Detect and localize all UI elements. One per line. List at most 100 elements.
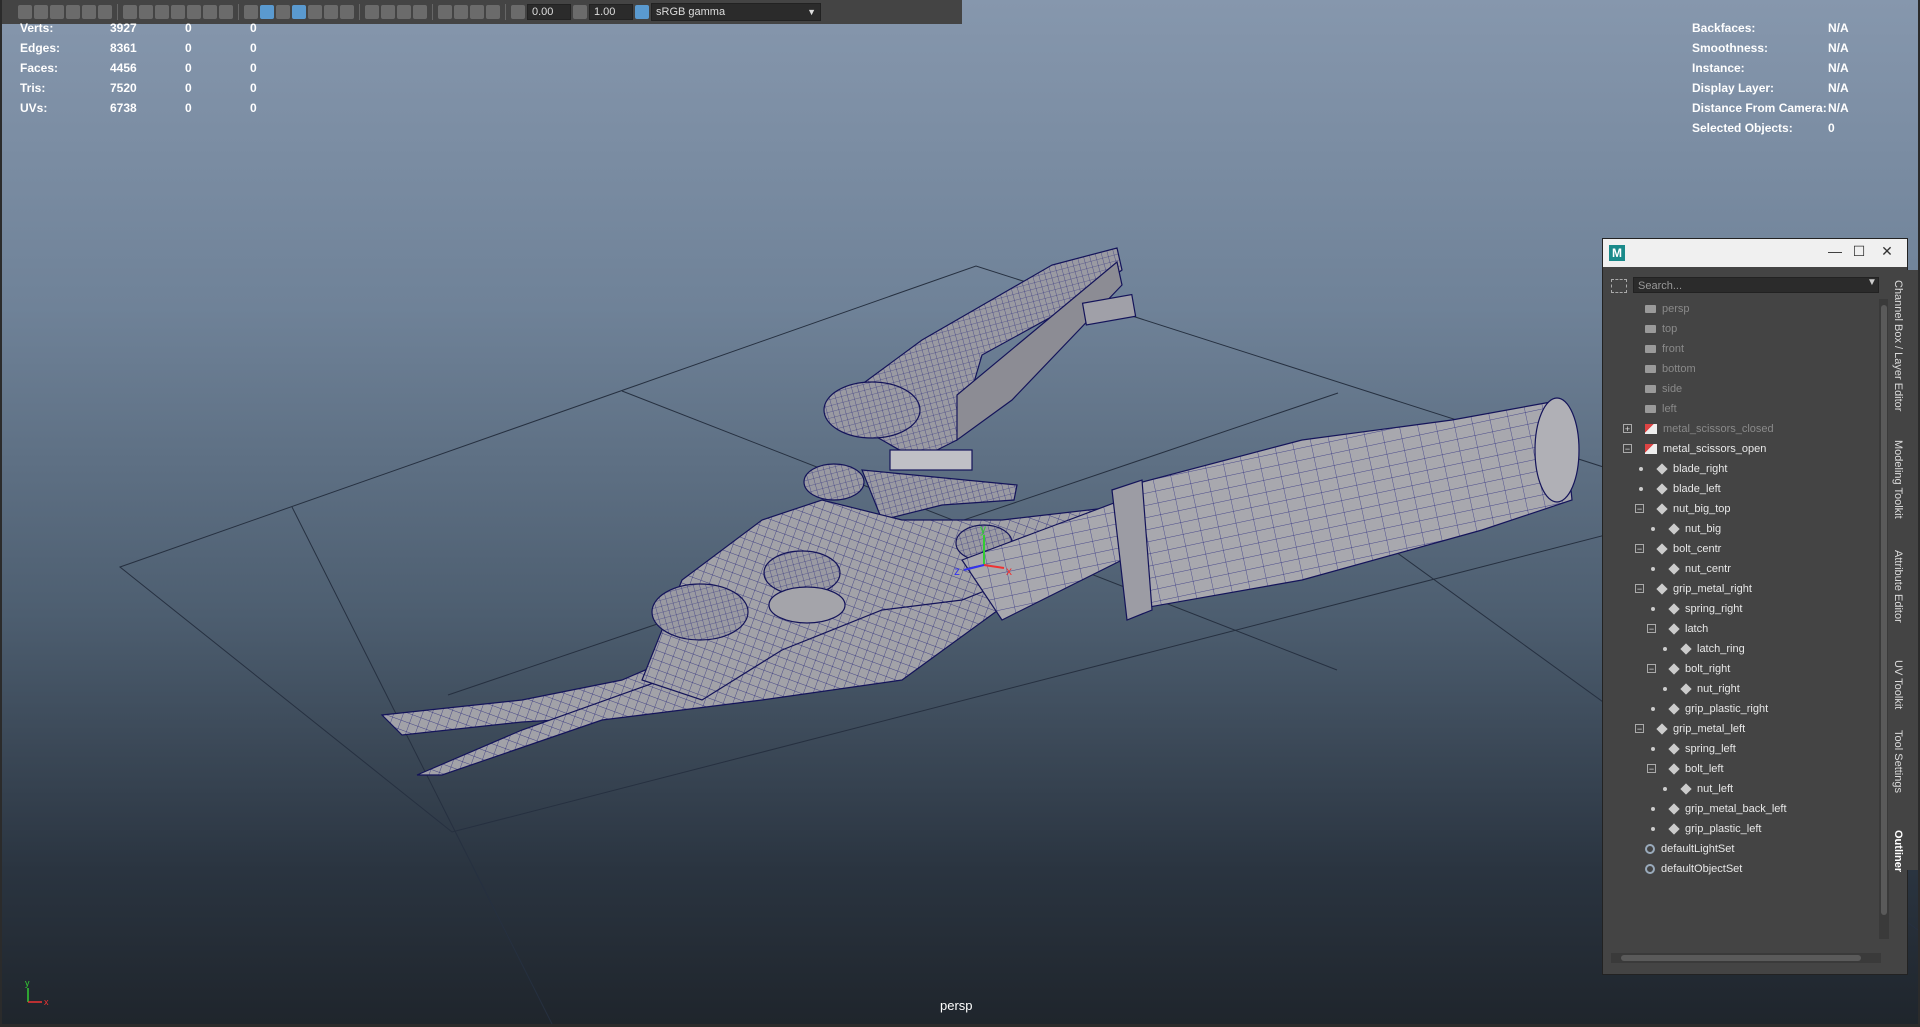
default-material-icon[interactable]	[276, 5, 290, 19]
side-tab-channel-box-layer-editor[interactable]: Channel Box / Layer Editor	[1892, 280, 1904, 411]
grid-icon[interactable]	[123, 5, 137, 19]
outliner-item[interactable]: side	[1609, 379, 1879, 399]
outliner-item[interactable]: defaultObjectSet	[1609, 859, 1879, 879]
exposure-icon[interactable]	[511, 5, 525, 19]
outliner-item[interactable]: defaultLightSet	[1609, 839, 1879, 859]
camera-icon[interactable]	[18, 5, 32, 19]
outliner-item[interactable]: nut_right	[1609, 679, 1879, 699]
outliner-item[interactable]: − bolt_left	[1609, 759, 1879, 779]
shadows-icon[interactable]	[340, 5, 354, 19]
image-plane-icon[interactable]	[66, 5, 80, 19]
hud-stat-row: Tris: 7520 0 0	[20, 78, 257, 98]
film-gate-icon[interactable]	[139, 5, 153, 19]
horizontal-scrollbar[interactable]	[1611, 953, 1881, 963]
exposure-field[interactable]: 0.00	[527, 4, 571, 20]
toolbar-divider	[359, 4, 360, 20]
field-chart-icon[interactable]	[187, 5, 201, 19]
collapse-icon[interactable]: −	[1647, 624, 1656, 634]
anti-aliasing-icon[interactable]	[397, 5, 411, 19]
camera-icon	[1645, 325, 1656, 334]
outliner-item[interactable]: + metal_scissors_closed	[1609, 419, 1879, 439]
outliner-item[interactable]: − nut_big_top	[1609, 499, 1879, 519]
outliner-item[interactable]: blade_right	[1609, 459, 1879, 479]
outliner-item-label: defaultObjectSet	[1661, 863, 1743, 875]
camera-attributes-icon[interactable]	[34, 5, 48, 19]
side-tab-tool-settings[interactable]: Tool Settings	[1892, 730, 1904, 793]
side-tab-uv-toolkit[interactable]: UV Toolkit	[1892, 660, 1904, 709]
close-button[interactable]: ✕	[1877, 243, 1897, 260]
ambient-occlusion-icon[interactable]	[365, 5, 379, 19]
outliner-item[interactable]: top	[1609, 319, 1879, 339]
collapse-icon[interactable]: −	[1647, 664, 1656, 674]
2d-pan-zoom-icon[interactable]	[82, 5, 96, 19]
depth-of-field-icon[interactable]	[413, 5, 427, 19]
view-transform-dropdown[interactable]: sRGB gamma ▼	[651, 3, 821, 21]
outliner-item[interactable]: latch_ring	[1609, 639, 1879, 659]
gate-mask-icon[interactable]	[171, 5, 185, 19]
maximize-button[interactable]: ☐	[1849, 243, 1869, 260]
side-tab-attribute-editor[interactable]: Attribute Editor	[1892, 550, 1904, 623]
hud-v2: 0	[185, 81, 192, 95]
safe-action-icon[interactable]	[203, 5, 217, 19]
xray-joints-icon[interactable]	[486, 5, 500, 19]
svg-text:x: x	[44, 997, 49, 1007]
filter-icon[interactable]	[1611, 279, 1627, 293]
outliner-item[interactable]: − bolt_centr	[1609, 539, 1879, 559]
outliner-item[interactable]: persp	[1609, 299, 1879, 319]
gamma-icon[interactable]	[573, 5, 587, 19]
motion-blur-icon[interactable]	[381, 5, 395, 19]
outliner-item[interactable]: − grip_metal_right	[1609, 579, 1879, 599]
outliner-item[interactable]: nut_centr	[1609, 559, 1879, 579]
outliner-item[interactable]: left	[1609, 399, 1879, 419]
outliner-search-input[interactable]: Search...	[1633, 277, 1879, 293]
outliner-item[interactable]: grip_plastic_left	[1609, 819, 1879, 839]
resolution-gate-icon[interactable]	[155, 5, 169, 19]
outliner-item[interactable]: blade_left	[1609, 479, 1879, 499]
collapse-icon[interactable]: −	[1623, 444, 1632, 454]
collapse-icon[interactable]: −	[1635, 504, 1644, 514]
outliner-item[interactable]: − latch	[1609, 619, 1879, 639]
collapse-icon[interactable]: −	[1635, 584, 1644, 594]
hud-stat-row: Verts: 3927 0 0	[20, 18, 257, 38]
collapse-icon[interactable]: −	[1647, 764, 1656, 774]
expand-icon[interactable]: +	[1623, 424, 1632, 434]
gamma-field[interactable]: 1.00	[589, 4, 633, 20]
xray-active-icon[interactable]	[470, 5, 484, 19]
isolate-select-icon[interactable]	[438, 5, 452, 19]
outliner-item[interactable]: grip_plastic_right	[1609, 699, 1879, 719]
outliner-item-label: nut_left	[1697, 783, 1734, 795]
outliner-item[interactable]: spring_left	[1609, 739, 1879, 759]
tree-dot-icon	[1663, 687, 1667, 691]
outliner-item[interactable]: − bolt_right	[1609, 659, 1879, 679]
grease-pencil-icon[interactable]	[98, 5, 112, 19]
outliner-titlebar[interactable]: M — ☐ ✕	[1603, 239, 1907, 267]
bookmark-icon[interactable]	[50, 5, 64, 19]
smooth-shade-icon[interactable]	[260, 5, 274, 19]
side-tab-modeling-toolkit[interactable]: Modeling Toolkit	[1892, 440, 1904, 519]
safe-title-icon[interactable]	[219, 5, 233, 19]
outliner-item[interactable]: nut_left	[1609, 779, 1879, 799]
color-management-icon[interactable]	[635, 5, 649, 19]
hud-detail-label: Instance:	[1692, 61, 1745, 75]
outliner-item[interactable]: − metal_scissors_open	[1609, 439, 1879, 459]
xray-icon[interactable]	[454, 5, 468, 19]
outliner-item[interactable]: bottom	[1609, 359, 1879, 379]
wireframe-on-shaded-icon[interactable]	[292, 5, 306, 19]
outliner-tree: persp top front bottom side left + metal_scisso…	[1609, 299, 1879, 949]
mesh-icon	[1668, 743, 1680, 755]
collapse-icon[interactable]: −	[1635, 724, 1644, 734]
side-tab-outliner[interactable]: Outliner	[1892, 830, 1904, 872]
wireframe-icon[interactable]	[244, 5, 258, 19]
outliner-item[interactable]: grip_metal_back_left	[1609, 799, 1879, 819]
outliner-item[interactable]: front	[1609, 339, 1879, 359]
search-options-icon[interactable]: ▼	[1867, 277, 1877, 288]
outliner-item[interactable]: spring_right	[1609, 599, 1879, 619]
collapse-icon[interactable]: −	[1635, 544, 1644, 554]
lights-icon[interactable]	[324, 5, 338, 19]
outliner-item[interactable]: − grip_metal_left	[1609, 719, 1879, 739]
hud-v2: 0	[185, 61, 192, 75]
nut-big	[651, 583, 749, 641]
minimize-button[interactable]: —	[1825, 243, 1845, 259]
outliner-item[interactable]: nut_big	[1609, 519, 1879, 539]
textured-icon[interactable]	[308, 5, 322, 19]
